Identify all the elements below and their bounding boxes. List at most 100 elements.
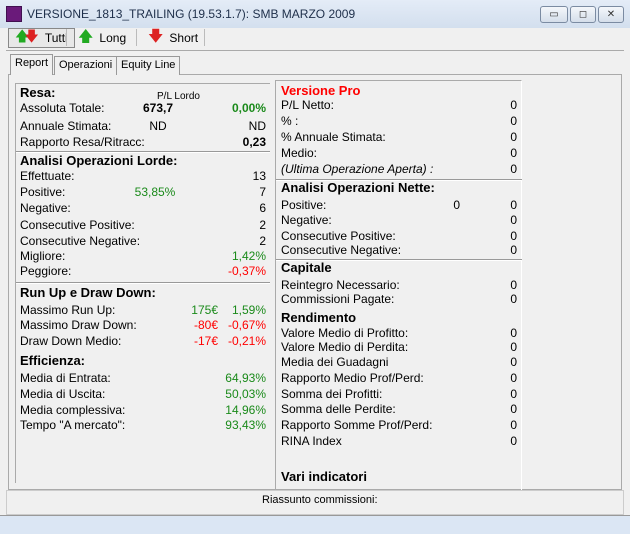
section-title: Versione Pro xyxy=(281,83,361,98)
row-label: Peggiore: xyxy=(20,264,72,278)
row-value: 14,96% xyxy=(225,403,266,417)
row-value: 13 xyxy=(252,169,266,183)
row-value: ND xyxy=(248,119,266,133)
row-label: Rapporto Resa/Ritracc: xyxy=(20,135,145,149)
toolbar-button-long[interactable]: 🡅 Long xyxy=(72,28,132,48)
row-mid-value: 53,85% xyxy=(134,185,176,199)
maximize-button[interactable]: ◻ xyxy=(570,6,596,23)
row-value: 0 xyxy=(510,243,517,257)
section-title: Run Up e Draw Down: xyxy=(20,285,156,300)
row-value: 0 xyxy=(510,340,517,354)
row-label: Rapporto Medio Prof/Perd: xyxy=(281,371,424,385)
row-value: 0 xyxy=(510,418,517,432)
row-value: 93,43% xyxy=(225,418,266,432)
row-label: Media di Uscita: xyxy=(20,387,106,401)
close-button[interactable]: ✕ xyxy=(598,6,624,23)
section-title: Efficienza: xyxy=(20,353,86,368)
row-value: 0 xyxy=(510,198,517,212)
row-label: Consecutive Negative: xyxy=(20,234,141,248)
red-down-arrow-icon: 🡇 xyxy=(148,27,164,45)
row-label: Medio: xyxy=(281,146,318,160)
row-mid-value: 673,7 xyxy=(142,101,174,115)
row-value: 0 xyxy=(510,371,517,385)
row-label: Consecutive Positive: xyxy=(281,229,396,243)
row-label: Media di Entrata: xyxy=(20,371,111,385)
green-up-arrow-icon: 🡅 xyxy=(78,27,94,45)
row-mid-value: -17€ xyxy=(193,334,218,348)
row-label: Massimo Draw Down: xyxy=(20,318,137,332)
row-value: 64,93% xyxy=(225,371,266,385)
row-value: 2 xyxy=(259,234,266,248)
row-label: % : xyxy=(281,114,299,128)
row-label: Consecutive Positive: xyxy=(20,218,135,232)
row-value: 0 xyxy=(510,387,517,401)
row-label: Rapporto Somme Prof/Perd: xyxy=(281,418,433,432)
toolbar-button-tutti[interactable]: 🡅🡇 Tutti xyxy=(8,28,75,48)
row-value: -0,21% xyxy=(227,334,266,348)
up-down-arrows-icon: 🡅🡇 xyxy=(15,28,39,44)
row-value: 0 xyxy=(510,402,517,416)
row-label: Effettuate: xyxy=(20,169,75,183)
app-icon xyxy=(6,6,22,22)
minimize-button[interactable]: ▭ xyxy=(540,6,568,23)
row-value: 1,59% xyxy=(231,303,266,317)
row-value: 0 xyxy=(510,130,517,144)
row-value: 1,42% xyxy=(231,249,266,263)
row-value: 7 xyxy=(259,185,266,199)
toolbar-separator xyxy=(66,29,67,46)
row-label: Assoluta Totale: xyxy=(20,101,105,115)
row-value: 0 xyxy=(510,213,517,227)
row-label: Media complessiva: xyxy=(20,403,126,417)
row-value: 0 xyxy=(510,326,517,340)
section-title: Resa: xyxy=(20,85,56,100)
row-label: Commissioni Pagate: xyxy=(281,292,395,306)
tab-report[interactable]: Report xyxy=(10,54,54,75)
row-label: Somma delle Perdite: xyxy=(281,402,396,416)
tab-equity-line[interactable]: Equity Line xyxy=(116,56,181,75)
tab-operazioni[interactable]: Operazioni xyxy=(54,56,118,75)
riassunto-commissioni-label: Riassunto commissioni: xyxy=(262,494,378,506)
window-title: VERSIONE_1813_TRAILING (19.53.1.7): SMB … xyxy=(27,7,356,21)
row-label: (Ultima Operazione Aperta) : xyxy=(281,162,434,176)
row-value: 6 xyxy=(259,201,266,215)
row-value: -0,37% xyxy=(227,264,266,278)
row-value: 50,03% xyxy=(225,387,266,401)
row-label: Negative: xyxy=(281,213,332,227)
row-label: Migliore: xyxy=(20,249,66,263)
row-label: Valore Medio di Perdita: xyxy=(281,340,409,354)
row-value: 0 xyxy=(510,434,517,448)
toolbar-button-short[interactable]: 🡇 Short xyxy=(142,28,204,48)
row-label: Negative: xyxy=(20,201,71,215)
row-value: 0 xyxy=(510,114,517,128)
row-label: Massimo Run Up: xyxy=(20,303,116,317)
toolbar-divider xyxy=(6,50,624,51)
section-title: Rendimento xyxy=(281,310,357,325)
row-label: Media dei Guadagni xyxy=(281,355,389,369)
row-label: Reintegro Necessario: xyxy=(281,278,400,292)
row-value: 0,23 xyxy=(242,135,266,149)
row-value: 0 xyxy=(510,98,517,112)
section-title: Analisi Operazioni Lorde: xyxy=(20,153,178,168)
row-value: -0,67% xyxy=(227,318,266,332)
row-label: RINA Index xyxy=(281,434,342,448)
row-mid-value: -80€ xyxy=(193,318,218,332)
toolbar-separator xyxy=(136,29,137,46)
row-value: 0 xyxy=(510,146,517,160)
row-mid-value: 175€ xyxy=(191,303,218,317)
row-label: Positive: xyxy=(20,185,66,199)
toolbar-separator xyxy=(204,29,205,46)
row-label: Somma dei Profitti: xyxy=(281,387,383,401)
row-value: 0 xyxy=(510,355,517,369)
row-mid-value: 0 xyxy=(453,198,460,212)
row-mid-value: ND xyxy=(149,119,167,133)
row-value: 0 xyxy=(510,292,517,306)
row-value: 0 xyxy=(510,162,517,176)
divider xyxy=(16,282,270,284)
row-label: Valore Medio di Profitto: xyxy=(281,326,409,340)
row-value: 0,00% xyxy=(231,101,266,115)
row-label: P/L Netto: xyxy=(281,98,334,112)
row-label: % Annuale Stimata: xyxy=(281,130,386,144)
row-label: Consecutive Negative: xyxy=(281,243,402,257)
row-label: Positive: xyxy=(281,198,327,212)
row-value: 0 xyxy=(510,229,517,243)
